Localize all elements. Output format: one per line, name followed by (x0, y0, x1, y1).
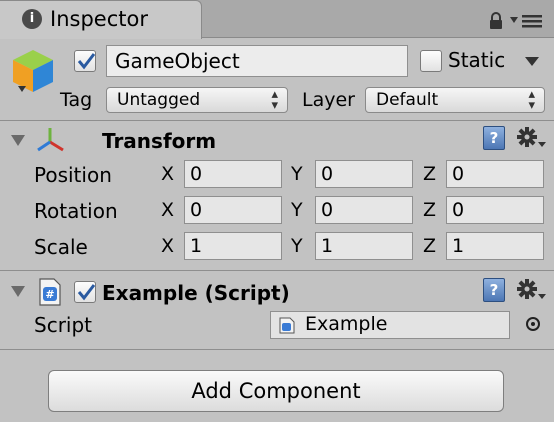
axis-x-label: X (161, 235, 175, 257)
script-value: Example (305, 313, 388, 335)
tag-label: Tag (60, 89, 93, 111)
script-icon: # (39, 278, 61, 306)
rotation-x-field[interactable]: 0 (184, 196, 282, 224)
layer-label: Layer (302, 89, 355, 111)
axis-y-label: Y (291, 235, 303, 257)
divider (0, 270, 554, 271)
script-enabled-checkbox[interactable] (74, 281, 96, 303)
position-z-field[interactable]: 0 (446, 160, 544, 188)
script-foldout-arrow-icon[interactable] (11, 286, 25, 297)
checkmark-icon (77, 53, 96, 70)
tag-dropdown[interactable]: Untagged ▴ ▾ (106, 87, 288, 113)
info-icon: i (22, 9, 42, 29)
script-component-title: Example (Script) (102, 281, 290, 305)
tag-value: Untagged (117, 90, 201, 110)
transform-axes-icon (37, 128, 64, 152)
scale-x-field[interactable]: 1 (184, 232, 282, 260)
rotation-y-field[interactable]: 0 (315, 196, 413, 224)
transform-foldout-arrow-icon[interactable] (11, 135, 25, 146)
script-label: Script (34, 313, 93, 337)
gear-icon[interactable] (516, 278, 546, 302)
position-x-field[interactable]: 0 (184, 160, 282, 188)
axis-y-label: Y (291, 163, 303, 185)
axis-x-label: X (161, 163, 175, 185)
axis-z-label: Z (423, 199, 437, 221)
lock-icon[interactable] (488, 12, 504, 30)
scale-label: Scale (34, 235, 88, 259)
object-name-field[interactable]: GameObject (106, 45, 408, 77)
dropdown-arrow-icon: ▴ ▾ (528, 87, 535, 113)
scale-y-field[interactable]: 1 (315, 232, 413, 260)
transform-title: Transform (102, 129, 217, 153)
static-dropdown-arrow-icon[interactable] (525, 57, 539, 66)
script-icon (279, 317, 295, 334)
object-picker-icon[interactable] (526, 317, 540, 331)
scale-z-field[interactable]: 1 (446, 232, 544, 260)
tab-inspector[interactable]: i Inspector (0, 0, 202, 39)
axis-y-label: Y (291, 199, 303, 221)
help-book-icon[interactable]: ? (483, 126, 505, 150)
menu-icon[interactable] (510, 14, 544, 28)
svg-text:#: # (45, 288, 54, 301)
axis-z-label: Z (423, 163, 437, 185)
rotation-z-field[interactable]: 0 (446, 196, 544, 224)
static-checkbox[interactable] (420, 50, 442, 72)
active-checkbox[interactable] (74, 50, 96, 72)
help-book-icon[interactable]: ? (483, 278, 505, 302)
gameobject-cube-icon[interactable] (8, 46, 58, 96)
divider (0, 349, 554, 350)
gear-icon[interactable] (516, 126, 546, 150)
static-label: Static (448, 48, 506, 72)
layer-dropdown[interactable]: Default ▴ ▾ (365, 87, 545, 113)
tab-bar: i Inspector (0, 0, 554, 39)
position-label: Position (34, 163, 112, 187)
position-y-field[interactable]: 0 (315, 160, 413, 188)
add-component-button[interactable]: Add Component (48, 370, 504, 412)
tab-inspector-label: Inspector (50, 7, 148, 31)
checkmark-icon (77, 284, 96, 301)
rotation-label: Rotation (34, 199, 118, 223)
axis-z-label: Z (423, 235, 437, 257)
dropdown-arrow-icon: ▴ ▾ (271, 87, 278, 113)
layer-value: Default (376, 90, 439, 110)
divider (0, 120, 554, 121)
script-object-field[interactable]: Example (270, 311, 510, 339)
axis-x-label: X (161, 199, 175, 221)
